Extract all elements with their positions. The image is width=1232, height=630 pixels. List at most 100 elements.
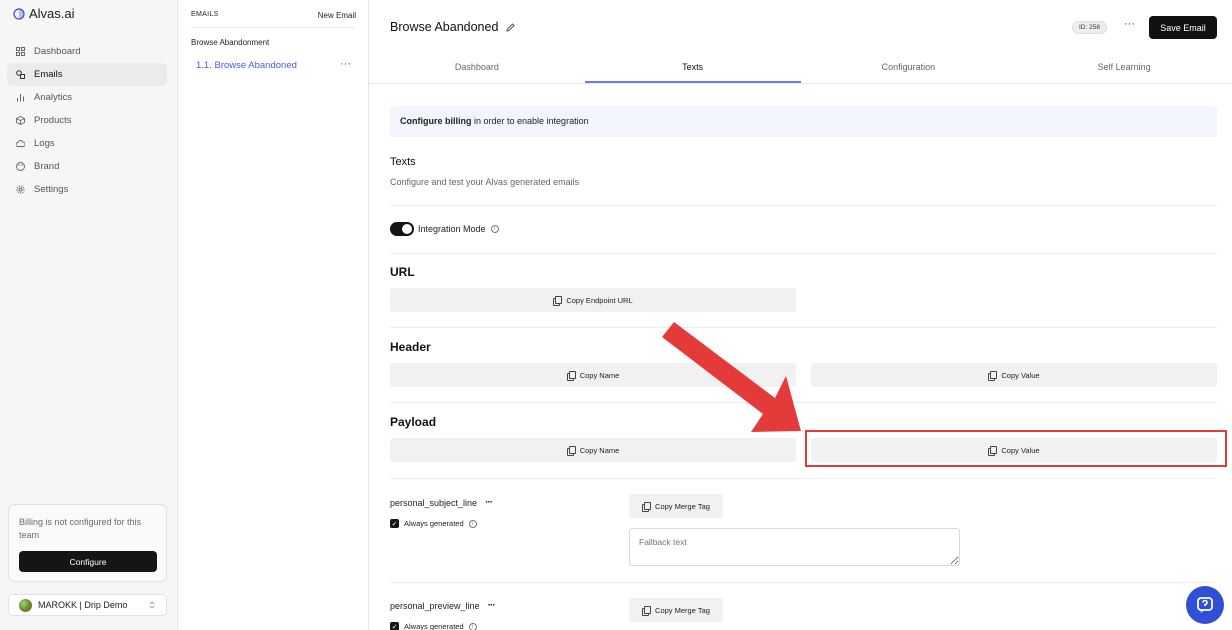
divider (390, 327, 1217, 328)
url-title: URL (390, 265, 415, 279)
save-email-button[interactable]: Save Email (1149, 16, 1217, 39)
button-label: Copy Name (579, 370, 620, 380)
email-item-menu-button[interactable]: ··· (340, 58, 351, 70)
sidebar-item-settings[interactable]: Settings (7, 178, 167, 201)
emails-header: EMAILS New Email (191, 11, 356, 20)
sidebar-item-label: Settings (34, 184, 69, 195)
divider (390, 205, 1217, 206)
variable-row-preview: personal_preview_line ··· (390, 600, 496, 611)
always-generated-row: ✓ Always generated i (390, 622, 477, 630)
chat-help-icon (1197, 597, 1213, 613)
sidebar: Alvas.ai Dashboard Emails Analytics Prod… (0, 0, 178, 630)
cube-icon (16, 116, 25, 125)
variable-name: personal_subject_line (390, 497, 478, 508)
payload-title: Payload (390, 415, 437, 429)
header-section-title: Header (390, 340, 431, 354)
billing-message: Billing is not configured for this team (19, 517, 142, 540)
sidebar-nav: Dashboard Emails Analytics Products Logs… (7, 40, 167, 201)
grid-icon (16, 47, 25, 56)
sidebar-item-dashboard[interactable]: Dashboard (7, 40, 167, 63)
divider (390, 402, 1217, 403)
info-icon[interactable]: i (468, 622, 477, 630)
email-list-item[interactable]: 1.1. Browse Abandoned (196, 60, 297, 71)
button-label: Copy Merge Tag (655, 605, 710, 615)
sidebar-item-label: Analytics (34, 92, 73, 103)
button-label: Copy Endpoint URL (566, 295, 633, 305)
tab-bar: Dashboard Texts Configuration Self Learn… (369, 56, 1232, 84)
variable-menu-button[interactable]: ··· (488, 600, 496, 611)
divider (390, 478, 1217, 479)
divider (390, 253, 1217, 254)
fallback-text-field[interactable] (629, 528, 960, 566)
button-label: Copy Name (579, 445, 620, 455)
copy-icon (553, 296, 563, 306)
help-chat-button[interactable] (1186, 586, 1224, 624)
emails-section-label: EMAILS (191, 11, 219, 18)
cloud-icon (16, 139, 25, 147)
variable-row-subject: personal_subject_line ··· (390, 497, 493, 508)
tab-configuration[interactable]: Configuration (801, 56, 1017, 83)
emails-panel: EMAILS New Email Browse Abandonment 1.1.… (178, 0, 369, 630)
palette-icon (16, 162, 25, 171)
page-title-row: Browse Abandoned (390, 20, 516, 34)
app-logo[interactable]: Alvas.ai (13, 6, 75, 21)
mail-shapes-icon (16, 70, 25, 79)
app-name: Alvas.ai (29, 6, 75, 21)
alvas-logo-icon (13, 7, 25, 20)
variable-menu-button[interactable]: ··· (485, 497, 493, 508)
button-label: Copy Merge Tag (655, 501, 710, 511)
team-avatar (19, 598, 32, 612)
divider (191, 27, 355, 28)
sidebar-item-label: Dashboard (34, 46, 81, 57)
bar-chart-icon (17, 94, 24, 102)
always-generated-label: Always generated (404, 519, 464, 528)
sidebar-item-emails[interactable]: Emails (7, 63, 167, 86)
copy-icon (642, 502, 652, 512)
always-generated-checkbox[interactable]: ✓ (390, 622, 399, 630)
header-copy-name-button[interactable]: Copy Name (390, 363, 796, 387)
sidebar-item-logs[interactable]: Logs (7, 132, 167, 155)
new-email-button[interactable]: New Email (318, 11, 356, 20)
more-options-button[interactable]: ··· (1124, 18, 1135, 30)
banner-text: in order to enable integration (471, 116, 589, 126)
integration-mode-text: Integration Mode (418, 224, 486, 234)
banner-link[interactable]: Configure billing (400, 116, 472, 126)
copy-icon (988, 371, 998, 381)
copy-merge-tag-button[interactable]: Copy Merge Tag (629, 494, 723, 518)
tab-self-learning[interactable]: Self Learning (1016, 56, 1232, 83)
tab-dashboard[interactable]: Dashboard (369, 56, 585, 83)
configure-billing-button[interactable]: Configure (19, 551, 157, 572)
sidebar-item-brand[interactable]: Brand (7, 155, 167, 178)
team-name: MAROKK | Drip Demo (38, 600, 128, 610)
chevron-up-down-icon (149, 601, 155, 609)
copy-merge-tag-button[interactable]: Copy Merge Tag (629, 598, 723, 622)
integration-mode-label: Integration Mode i (418, 224, 499, 234)
sidebar-item-label: Logs (34, 138, 55, 149)
always-generated-label: Always generated (404, 622, 464, 630)
copy-endpoint-url-button[interactable]: Copy Endpoint URL (390, 288, 796, 312)
sidebar-item-products[interactable]: Products (7, 109, 167, 132)
integration-mode-toggle[interactable] (390, 222, 414, 236)
texts-subtitle: Configure and test your Alvas generated … (390, 177, 580, 187)
billing-banner: Configure billing in order to enable int… (390, 106, 1217, 137)
highlight-box (805, 430, 1227, 467)
copy-icon (642, 606, 652, 616)
info-icon[interactable]: i (490, 225, 499, 233)
info-icon[interactable]: i (468, 519, 477, 528)
id-badge: ID: 258 (1072, 21, 1107, 34)
billing-card: Billing is not configured for this team … (8, 504, 167, 582)
sidebar-item-label: Brand (34, 161, 60, 172)
copy-icon (566, 446, 576, 456)
sidebar-item-label: Emails (34, 69, 63, 80)
always-generated-row: ✓ Always generated i (390, 519, 477, 528)
copy-icon (566, 371, 576, 381)
header-copy-value-button[interactable]: Copy Value (811, 363, 1217, 387)
sidebar-item-analytics[interactable]: Analytics (7, 86, 167, 109)
payload-copy-name-button[interactable]: Copy Name (390, 438, 796, 462)
tab-texts[interactable]: Texts (584, 56, 801, 83)
gear-icon (16, 185, 25, 194)
divider (390, 582, 1217, 583)
always-generated-checkbox[interactable]: ✓ (390, 519, 399, 528)
team-switcher[interactable]: MAROKK | Drip Demo (8, 594, 167, 616)
pencil-icon[interactable] (506, 22, 516, 32)
